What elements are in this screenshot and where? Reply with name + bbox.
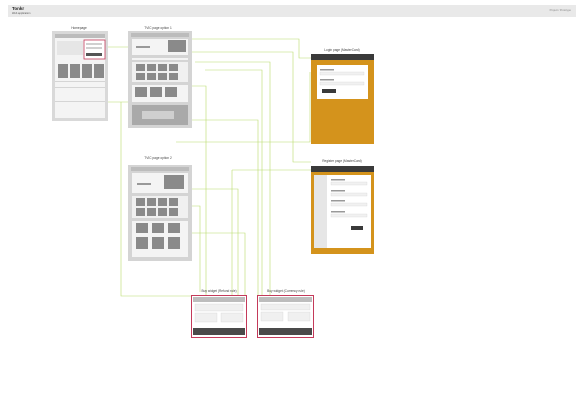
register-frame: [311, 166, 374, 254]
homepage-label: Homepage: [71, 26, 87, 30]
homepage-frame: [52, 31, 108, 121]
buy-currency-label: Buy widget (Currency rule): [267, 289, 305, 293]
login-label: Login page (MasterCard): [324, 48, 360, 52]
login-frame: [311, 54, 374, 144]
tvc1-label: TVIC page option 1: [144, 26, 172, 30]
tvc2-label: TVIC page option 2: [144, 156, 172, 160]
buy-currency-frame: [257, 295, 314, 338]
register-label: Register page (MasterCard): [322, 159, 362, 163]
buy-refund-label: Buy widget (Refund rule): [201, 289, 237, 293]
buy-refund-frame: [191, 295, 247, 338]
tvc2-frame: [128, 165, 192, 261]
tvc1-frame: [128, 31, 192, 128]
